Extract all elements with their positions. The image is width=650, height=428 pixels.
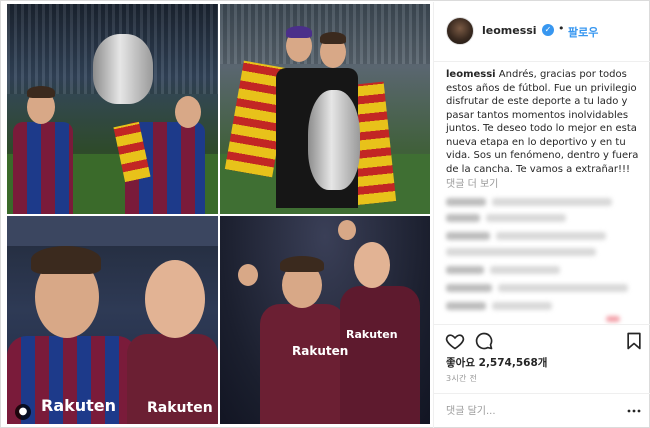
comment-bubble-icon[interactable]	[474, 331, 494, 351]
view-more-comments-link[interactable]: 댓글 더 보기	[446, 175, 498, 190]
player-jersey-right	[340, 286, 420, 424]
sponsor-text-left: Rakuten	[292, 344, 349, 358]
header-username[interactable]: leomessi	[482, 24, 537, 37]
player-face-right	[145, 260, 205, 338]
player-hair-left	[31, 246, 101, 274]
blurred-comment-row	[492, 198, 612, 206]
photo-celebration-closeup: Rakuten Rakuten ●	[7, 216, 218, 424]
blurred-comment-row	[486, 214, 566, 222]
post-timestamp[interactable]: 3시간 전	[446, 373, 477, 384]
header-separator: •	[558, 22, 565, 35]
photo-goal-celebration: Rakuten Rakuten	[220, 216, 430, 424]
blurred-comment-row	[606, 316, 620, 322]
post-image[interactable]: Rakuten Rakuten ● Rakuten Rakuten	[3, 3, 433, 427]
blurred-comment-row	[446, 284, 492, 292]
raised-hand	[338, 220, 356, 240]
blurred-comment-row	[498, 284, 628, 292]
caption-text: Andrés, gracias por todos estos años de …	[446, 69, 639, 175]
player-headband	[286, 26, 312, 38]
comment-bar	[434, 393, 650, 426]
player-hair-right	[320, 32, 346, 44]
sponsor-text-right: Rakuten	[147, 400, 213, 416]
trophy-shape	[308, 90, 360, 190]
blurred-comment-row	[492, 302, 552, 310]
blurred-comment-row	[446, 214, 480, 222]
raised-fist	[238, 264, 258, 286]
player-face-right	[354, 242, 390, 288]
player-hair-left	[280, 256, 324, 272]
avatar[interactable]	[446, 17, 474, 45]
blurred-comment-row	[446, 266, 484, 274]
blurred-comment-row	[446, 198, 486, 206]
player-face-right	[175, 96, 201, 128]
post-caption: leomessi Andrés, gracias por todos estos…	[446, 68, 642, 176]
follow-button[interactable]: 팔로우	[568, 24, 598, 40]
player-jersey-left	[260, 304, 346, 424]
post-header: leomessi ✓ • 팔로우	[434, 2, 650, 62]
person-icon[interactable]: ●	[15, 404, 31, 420]
photo-flag-and-trophy	[220, 4, 430, 214]
more-dots-icon[interactable]	[627, 406, 641, 416]
trophy-shape	[93, 34, 153, 104]
comment-input[interactable]	[446, 403, 606, 419]
blurred-comment-row	[446, 302, 486, 310]
likes-count[interactable]: 좋아요 2,574,568개	[446, 355, 547, 370]
heart-icon[interactable]	[445, 331, 465, 351]
sponsor-text-left: Rakuten	[41, 396, 117, 415]
photo-trophy-celebration	[7, 4, 218, 214]
blurred-comment-row	[490, 266, 560, 274]
player-hair-left	[27, 86, 55, 98]
bookmark-icon[interactable]	[624, 331, 644, 351]
instagram-post-window: Rakuten Rakuten ● Rakuten Rakuten leomes…	[0, 0, 650, 428]
player-jersey-left	[13, 122, 73, 214]
post-actions: 좋아요 2,574,568개 3시간 전	[434, 324, 650, 424]
sponsor-text-right: Rakuten	[346, 328, 398, 341]
stadium-lights	[7, 216, 218, 246]
blurred-comment-row	[446, 248, 596, 256]
blurred-comment-row	[496, 232, 606, 240]
verified-badge-icon: ✓	[542, 24, 554, 36]
caption-username[interactable]: leomessi	[446, 69, 496, 80]
blurred-comment-row	[446, 232, 490, 240]
post-sidebar: leomessi ✓ • 팔로우 leomessi Andrés, gracia…	[433, 2, 650, 428]
